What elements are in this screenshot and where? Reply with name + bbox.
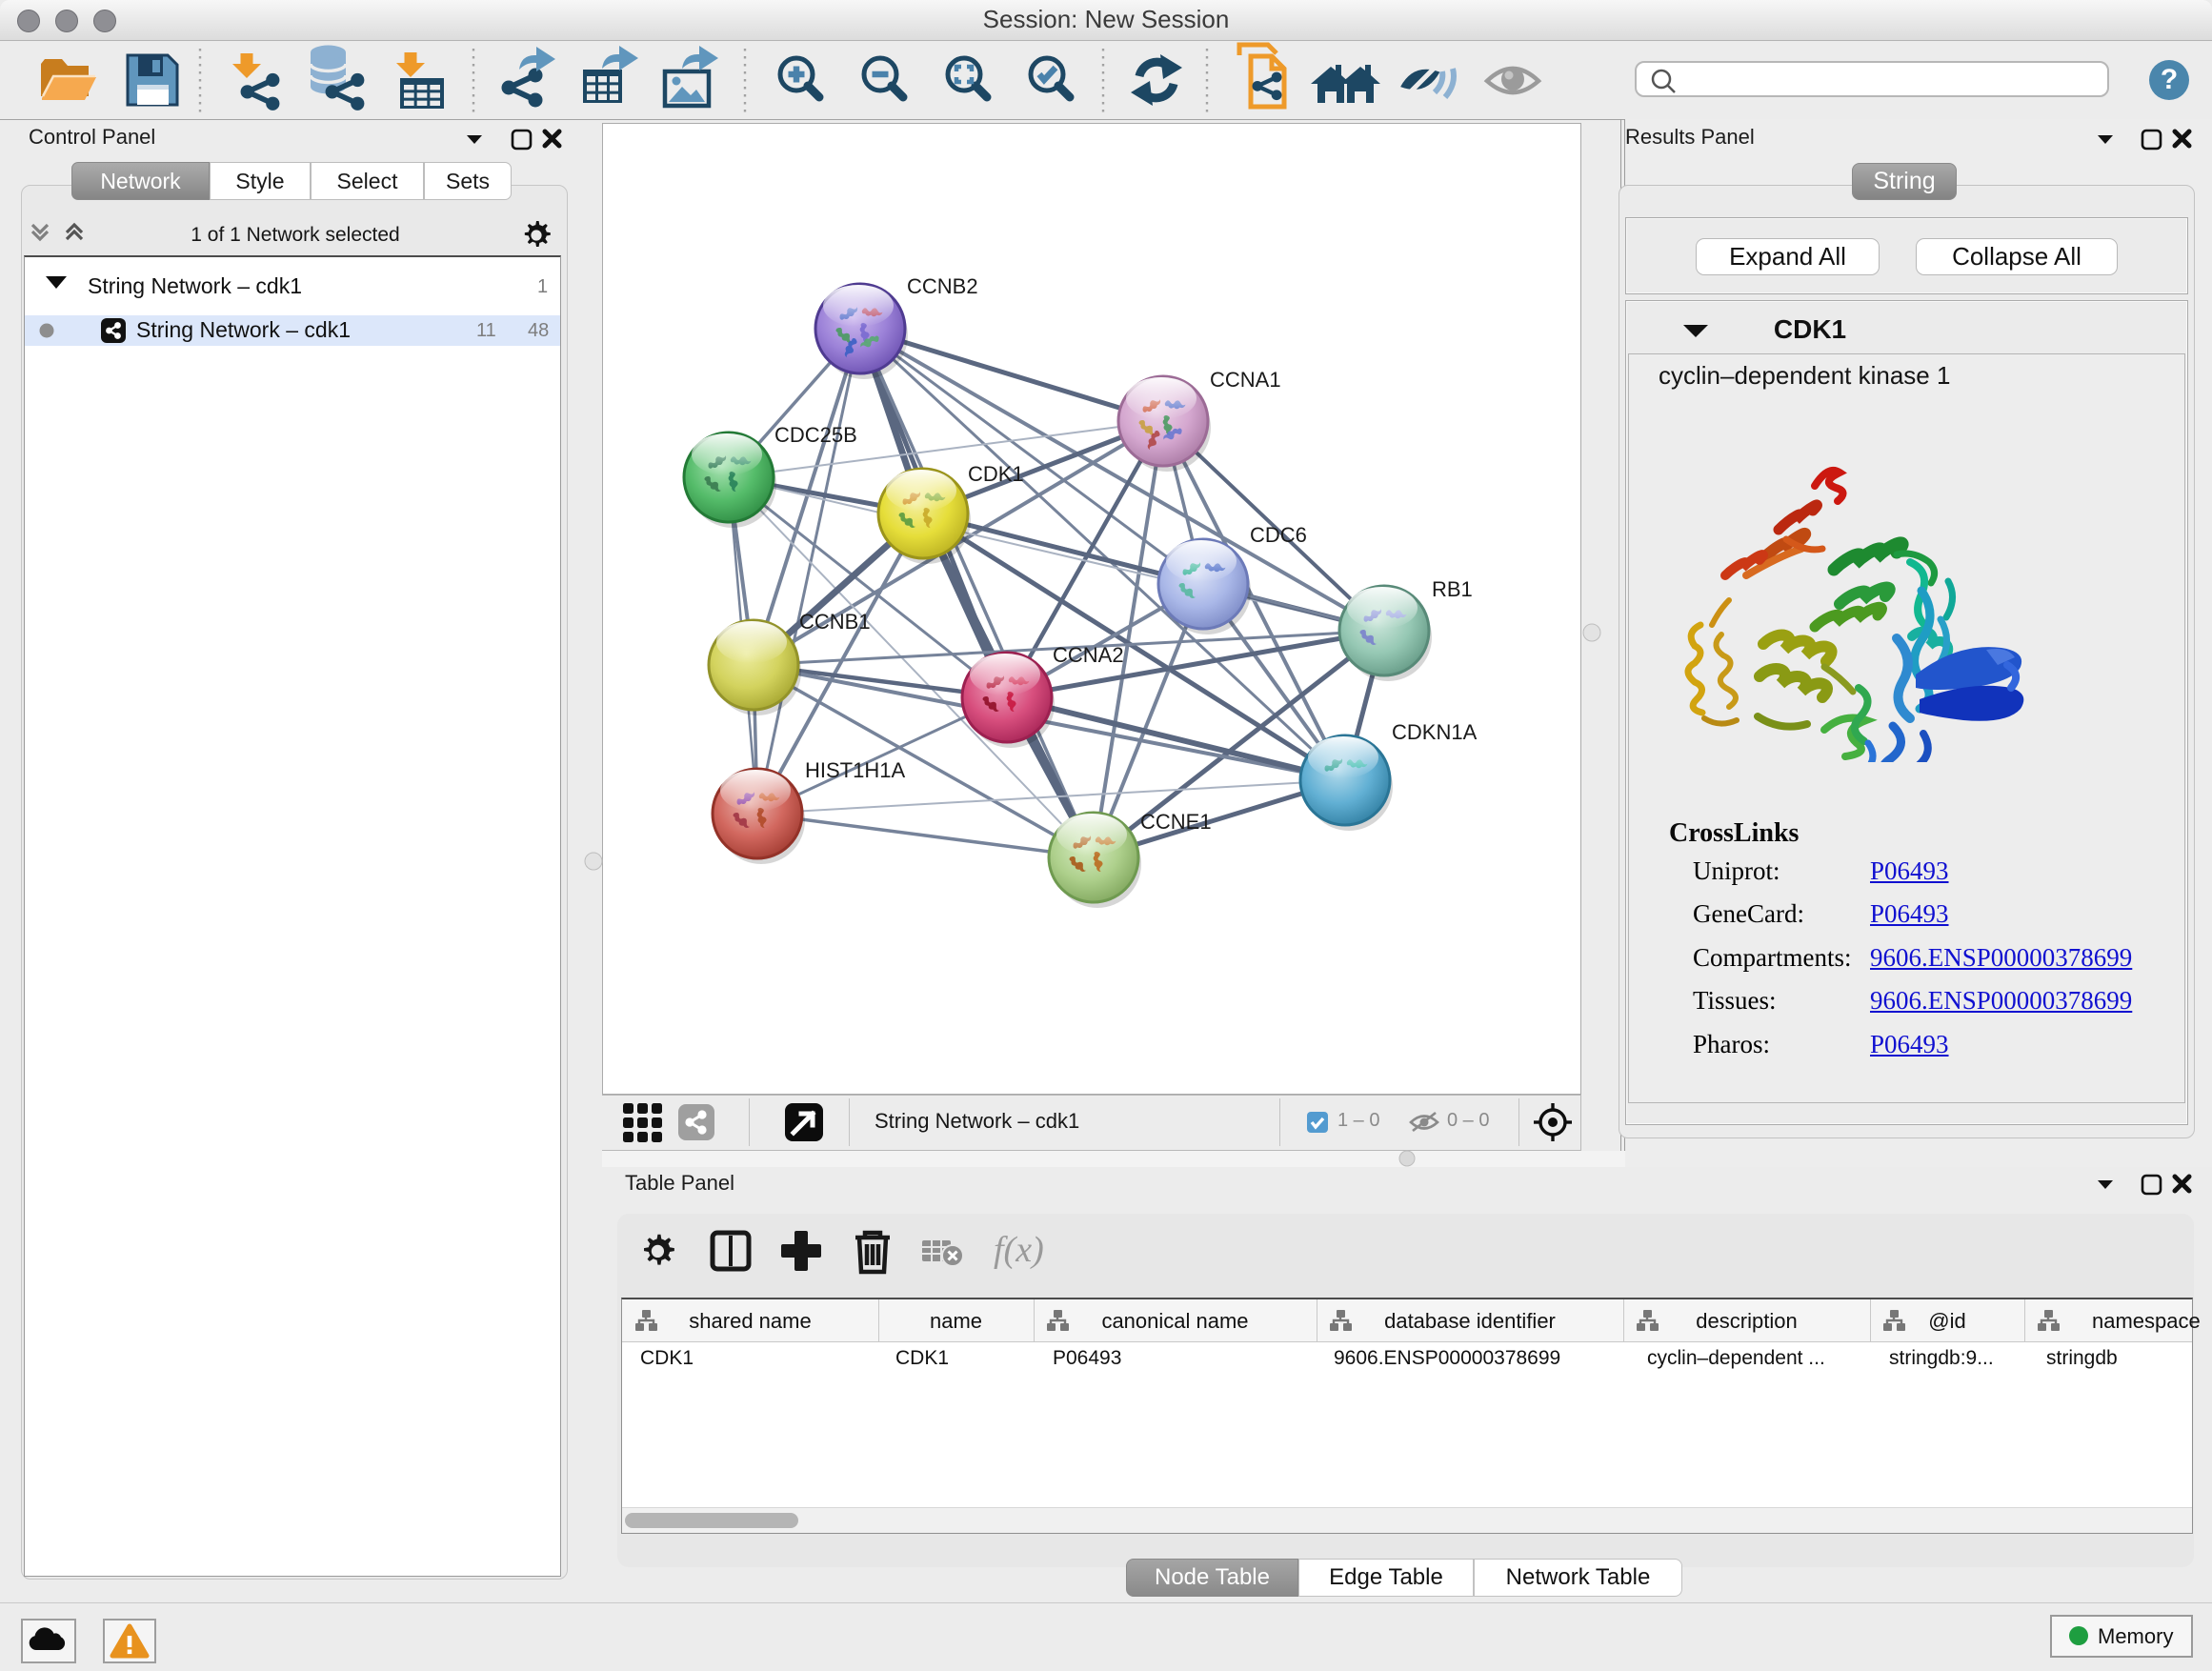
svg-text:CCNA2: CCNA2 [1053,643,1124,667]
svg-text:RB1: RB1 [1432,577,1473,601]
svg-text:CDKN1A: CDKN1A [1392,720,1478,744]
svg-text:f(x): f(x) [994,1230,1044,1270]
svg-text:CCNB2: CCNB2 [907,274,978,298]
svg-text:CDC25B: CDC25B [774,423,857,447]
svg-text:CDK1: CDK1 [968,462,1024,486]
svg-text:CCNB1: CCNB1 [799,610,871,634]
svg-text:CCNE1: CCNE1 [1140,810,1212,834]
svg-text:HIST1H1A: HIST1H1A [805,758,905,782]
svg-text:CCNA1: CCNA1 [1210,368,1281,392]
svg-text:?: ? [2161,64,2178,95]
svg-text:CDC6: CDC6 [1250,523,1307,547]
